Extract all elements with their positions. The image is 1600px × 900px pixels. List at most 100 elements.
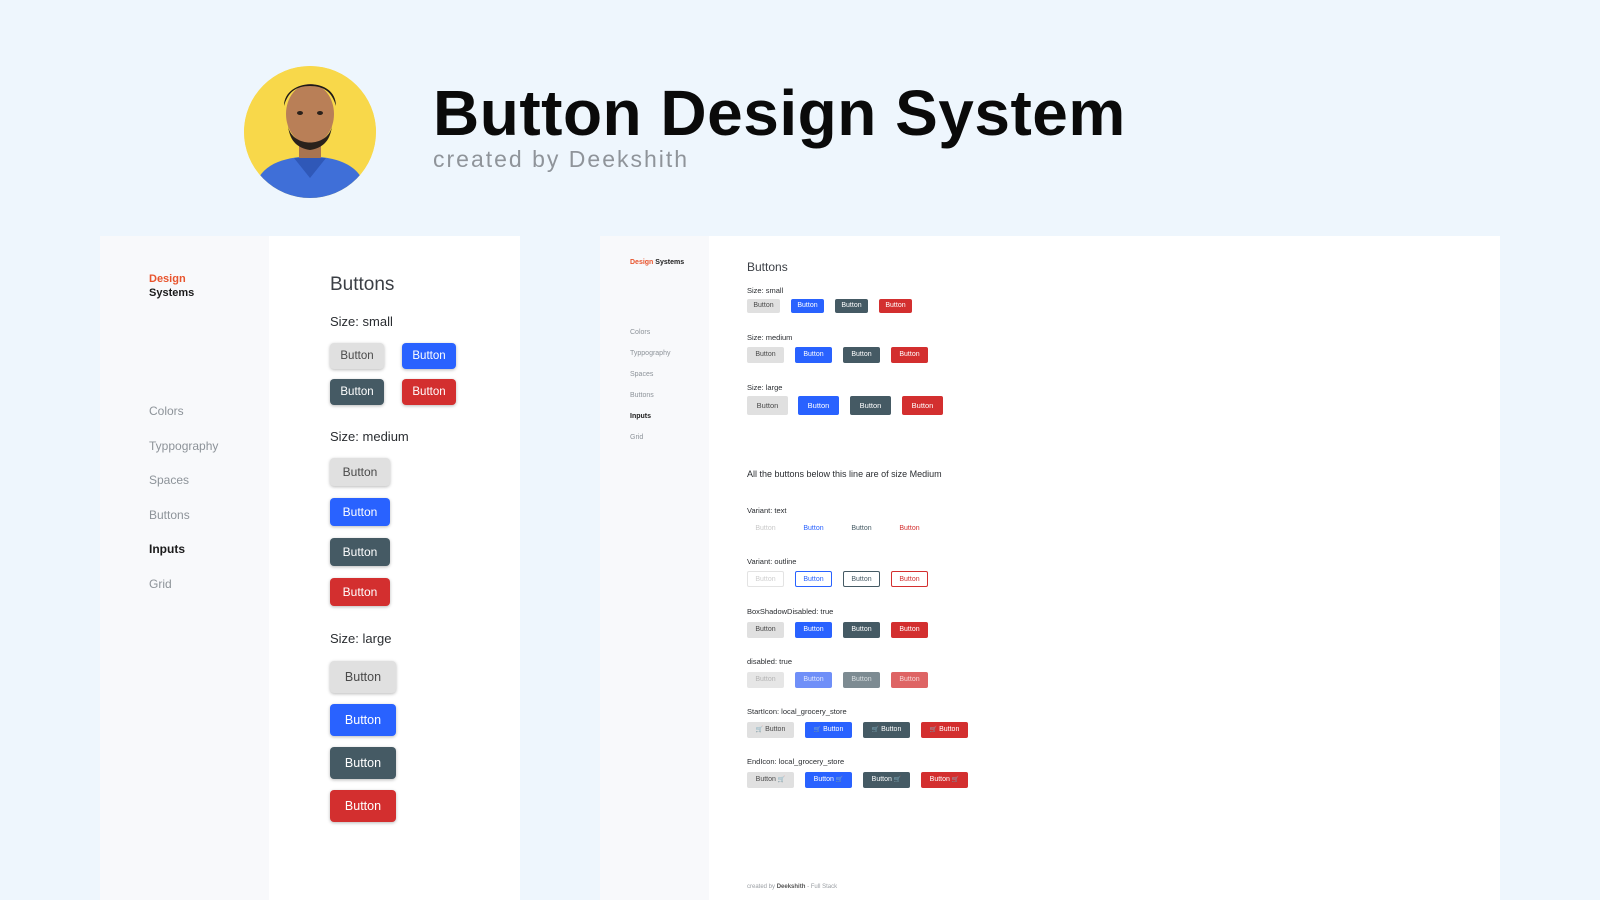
button-noshadow-default[interactable]: Button <box>747 622 784 638</box>
sidebar: Design Systems Colors Typpography Spaces… <box>600 236 709 900</box>
button-medium-default[interactable]: Button <box>330 458 390 486</box>
button-small-secondary[interactable]: Button <box>835 299 868 313</box>
button-medium-primary[interactable]: Button <box>795 347 832 363</box>
button-noshadow-primary[interactable]: Button <box>795 622 832 638</box>
size-medium-label: Size: medium <box>747 333 793 342</box>
local-grocery-store-icon: 🛒 <box>777 777 786 783</box>
button-disabled-primary: Button <box>795 672 832 688</box>
box-shadow-disabled-label: BoxShadowDisabled: true <box>747 607 834 616</box>
button-label: Button <box>939 726 960 733</box>
start-icon-label: StartIcon: local_grocery_store <box>747 707 847 716</box>
brand-line-1: Design <box>149 273 186 285</box>
button-large-default[interactable]: Button <box>330 661 396 693</box>
brand-logo[interactable]: Design Systems <box>149 272 194 301</box>
button-large-danger[interactable]: Button <box>902 396 943 415</box>
author-avatar <box>244 66 376 198</box>
button-disabled-default: Button <box>747 672 784 688</box>
button-label: Button <box>755 776 776 783</box>
button-small-primary[interactable]: Button <box>791 299 824 313</box>
sidebar-item-grid[interactable]: Grid <box>149 577 218 612</box>
footer-suffix: - Full Stack <box>807 884 838 890</box>
button-endicon-secondary[interactable]: Button 🛒 <box>863 772 910 788</box>
local-grocery-store-icon: 🛒 <box>755 727 764 733</box>
button-outline-primary[interactable]: Button <box>795 571 832 587</box>
sidebar-item-inputs[interactable]: Inputs <box>630 412 670 433</box>
sidebar: Design Systems Colors Typpography Spaces… <box>100 236 269 900</box>
button-small-primary[interactable]: Button <box>402 343 456 369</box>
button-starticon-default[interactable]: 🛒 Button <box>747 722 794 738</box>
size-large-label: Size: large <box>747 383 783 392</box>
button-starticon-secondary[interactable]: 🛒 Button <box>863 722 910 738</box>
sidebar-nav: Colors Typpography Spaces Buttons Inputs… <box>149 404 218 612</box>
brand-logo[interactable]: Design Systems <box>630 258 684 267</box>
button-label: Button <box>881 726 902 733</box>
button-label: Button <box>871 776 892 783</box>
sidebar-item-buttons[interactable]: Buttons <box>630 391 670 412</box>
sidebar-item-inputs[interactable]: Inputs <box>149 542 218 577</box>
variant-text-label: Variant: text <box>747 506 787 515</box>
button-large-primary[interactable]: Button <box>798 396 839 415</box>
button-endicon-danger[interactable]: Button 🛒 <box>921 772 968 788</box>
section-title: Buttons <box>747 260 788 274</box>
local-grocery-store-icon: 🛒 <box>951 777 960 783</box>
sidebar-item-colors[interactable]: Colors <box>149 404 218 439</box>
local-grocery-store-icon: 🛒 <box>813 727 822 733</box>
size-small-label: Size: small <box>330 314 393 329</box>
button-small-default[interactable]: Button <box>747 299 780 313</box>
sidebar-item-typography[interactable]: Typpography <box>149 439 218 474</box>
brand-line-1: Design <box>630 259 654 266</box>
sidebar-item-spaces[interactable]: Spaces <box>149 473 218 508</box>
medium-size-note: All the buttons below this line are of s… <box>747 469 942 479</box>
button-small-default[interactable]: Button <box>330 343 384 369</box>
button-noshadow-danger[interactable]: Button <box>891 622 928 638</box>
button-small-danger[interactable]: Button <box>402 379 456 405</box>
sidebar-item-colors[interactable]: Colors <box>630 328 670 349</box>
sidebar-nav: Colors Typpography Spaces Buttons Inputs… <box>630 328 670 454</box>
footer-credit: created by Deekshith - Full Stack <box>747 884 837 890</box>
button-medium-danger[interactable]: Button <box>330 578 390 606</box>
local-grocery-store-icon: 🛒 <box>835 777 844 783</box>
button-outline-danger[interactable]: Button <box>891 571 928 587</box>
button-small-secondary[interactable]: Button <box>330 379 384 405</box>
sidebar-item-spaces[interactable]: Spaces <box>630 370 670 391</box>
sidebar-item-typography[interactable]: Typpography <box>630 349 670 370</box>
disabled-label: disabled: true <box>747 657 793 666</box>
button-medium-secondary[interactable]: Button <box>330 538 390 566</box>
page-subtitle: created by Deekshith <box>433 146 690 172</box>
button-disabled-danger: Button <box>891 672 928 688</box>
button-label: Button <box>765 726 786 733</box>
button-text-secondary[interactable]: Button <box>843 521 880 537</box>
button-outline-secondary[interactable]: Button <box>843 571 880 587</box>
button-endicon-primary[interactable]: Button 🛒 <box>805 772 852 788</box>
sidebar-item-buttons[interactable]: Buttons <box>149 508 218 543</box>
button-text-danger[interactable]: Button <box>891 521 928 537</box>
button-label: Button <box>929 776 950 783</box>
design-system-preview-full: Design Systems Colors Typpography Spaces… <box>600 236 1500 900</box>
button-small-danger[interactable]: Button <box>879 299 912 313</box>
variant-outline-label: Variant: outline <box>747 557 797 566</box>
end-icon-label: EndIcon: local_grocery_store <box>747 757 845 766</box>
footer-prefix: created by <box>747 884 776 890</box>
button-medium-secondary[interactable]: Button <box>843 347 880 363</box>
button-medium-danger[interactable]: Button <box>891 347 928 363</box>
sidebar-item-grid[interactable]: Grid <box>630 433 670 454</box>
button-outline-default[interactable]: Button <box>747 571 784 587</box>
button-label: Button <box>813 776 834 783</box>
button-text-default[interactable]: Button <box>747 521 784 537</box>
design-system-preview-large: Design Systems Colors Typpography Spaces… <box>100 236 520 900</box>
button-medium-primary[interactable]: Button <box>330 498 390 526</box>
button-text-primary[interactable]: Button <box>795 521 832 537</box>
brand-line-2: Systems <box>149 287 195 300</box>
button-label: Button <box>823 726 844 733</box>
button-noshadow-secondary[interactable]: Button <box>843 622 880 638</box>
button-large-primary[interactable]: Button <box>330 704 396 736</box>
button-large-secondary[interactable]: Button <box>330 747 396 779</box>
button-large-secondary[interactable]: Button <box>850 396 891 415</box>
button-large-default[interactable]: Button <box>747 396 788 415</box>
button-medium-default[interactable]: Button <box>747 347 784 363</box>
button-large-danger[interactable]: Button <box>330 790 396 822</box>
footer-name: Deekshith <box>776 884 806 890</box>
button-endicon-default[interactable]: Button 🛒 <box>747 772 794 788</box>
button-starticon-danger[interactable]: 🛒 Button <box>921 722 968 738</box>
button-starticon-primary[interactable]: 🛒 Button <box>805 722 852 738</box>
